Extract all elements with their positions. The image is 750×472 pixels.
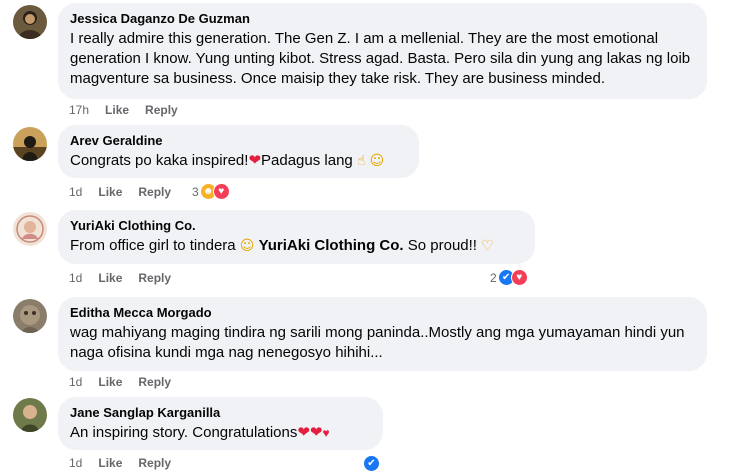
comment-author[interactable]: YuriAki Clothing Co. <box>70 217 523 234</box>
comment-text: An inspiring story. Congratulations❤❤♥ <box>70 423 371 443</box>
red-heart-icon: ❤❤ <box>297 424 323 441</box>
comment-author[interactable]: Arev Geraldine <box>70 132 407 149</box>
smiling-face-icon: ☺ <box>239 238 255 254</box>
comment-text-part: So proud!! <box>407 237 477 254</box>
comment-author[interactable]: Jane Sanglap Karganilla <box>70 404 371 421</box>
comment-author[interactable]: Editha Mecca Morgado <box>70 304 695 321</box>
avatar[interactable] <box>13 5 47 39</box>
comment-text-part: Padagus lang <box>261 152 353 169</box>
comment-bubble: Arev Geraldine Congrats po kaka inspired… <box>58 125 419 178</box>
reply-button[interactable]: Reply <box>138 185 171 199</box>
comment-actions: 1d Like Reply <box>69 271 171 285</box>
comment-timestamp[interactable]: 1d <box>69 271 82 285</box>
reply-button[interactable]: Reply <box>138 375 171 389</box>
love-reaction-icon: ♥ <box>510 269 528 286</box>
like-button[interactable]: Like <box>105 103 129 117</box>
comment-text: Congrats po kaka inspired!❤Padagus lang … <box>70 151 407 171</box>
comment-text-part: An inspiring story. Congratulations <box>70 424 298 441</box>
avatar[interactable] <box>13 398 47 432</box>
like-button[interactable]: Like <box>98 456 122 470</box>
reaction-summary[interactable]: 2 ✔ ♥ <box>490 269 528 286</box>
comment-text-part: From office girl to tindera <box>70 237 236 254</box>
comment-bubble: Jane Sanglap Karganilla An inspiring sto… <box>58 397 383 450</box>
reply-button[interactable]: Reply <box>145 103 178 117</box>
comment-author[interactable]: Jessica Daganzo De Guzman <box>70 10 695 27</box>
comment-text: wag mahiyang maging tindira ng sarili mo… <box>70 324 685 361</box>
comment-text-part: Congrats po kaka inspired! <box>70 152 249 169</box>
comment-text: From office girl to tindera ☺ YuriAki Cl… <box>70 236 523 256</box>
like-reaction-icon: ✔ <box>363 455 380 472</box>
red-heart-icon: ❤ <box>248 152 262 169</box>
avatar[interactable] <box>13 127 47 161</box>
comment-actions: 1d Like Reply <box>69 375 171 389</box>
like-button[interactable]: Like <box>98 185 122 199</box>
reply-button[interactable]: Reply <box>138 456 171 470</box>
love-reaction-icon: ♥ <box>212 183 230 200</box>
comment-bubble: Jessica Daganzo De Guzman I really admir… <box>58 3 707 99</box>
reaction-summary[interactable]: ✔ <box>363 455 380 472</box>
heart-hands-icon: ♡ <box>481 238 494 254</box>
comment-timestamp[interactable]: 1d <box>69 375 82 389</box>
comment-timestamp[interactable]: 1d <box>69 185 82 199</box>
comment-actions: 1d Like Reply <box>69 456 171 470</box>
avatar[interactable] <box>13 299 47 333</box>
page-mention-link[interactable]: YuriAki Clothing Co. <box>259 237 404 254</box>
reaction-count: 3 <box>192 184 199 199</box>
like-button[interactable]: Like <box>98 375 122 389</box>
two-hearts-icon: ♥ <box>322 426 330 440</box>
reply-button[interactable]: Reply <box>138 271 171 285</box>
like-button[interactable]: Like <box>98 271 122 285</box>
avatar[interactable] <box>13 212 47 246</box>
comment-bubble: Editha Mecca Morgado wag mahiyang maging… <box>58 297 707 371</box>
reaction-summary[interactable]: 3 ☻ ♥ <box>192 183 230 200</box>
fingers-crossed-icon: ☝ <box>356 153 366 169</box>
comment-actions: 17h Like Reply <box>69 103 178 117</box>
comment-timestamp[interactable]: 1d <box>69 456 82 470</box>
comment-actions: 1d Like Reply <box>69 185 171 199</box>
comment-timestamp[interactable]: 17h <box>69 103 89 117</box>
smiling-face-icon: ☺ <box>369 153 385 169</box>
reaction-count: 2 <box>490 270 497 285</box>
comment-text: I really admire this generation. The Gen… <box>70 30 691 87</box>
comment-bubble: YuriAki Clothing Co. From office girl to… <box>58 210 535 264</box>
